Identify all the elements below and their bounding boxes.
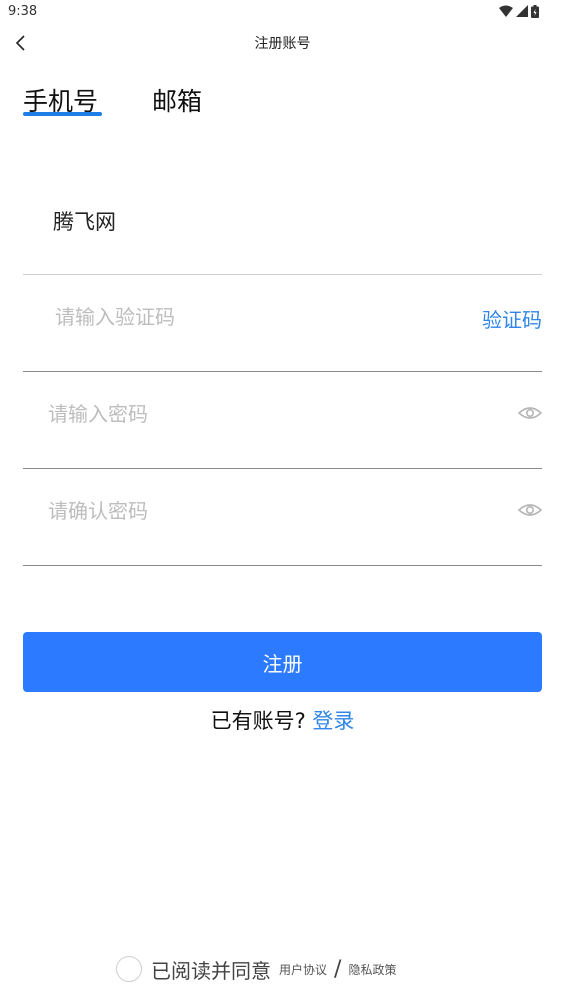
page-title: 注册账号 [254, 36, 311, 52]
password-field [23, 372, 542, 469]
password-input[interactable] [46, 396, 490, 432]
status-bar: 9:38 [0, 0, 565, 24]
login-link[interactable]: 登录 [312, 709, 354, 733]
agreement-text: 已阅读并同意 [151, 958, 271, 983]
app-bar: 注册账号 [0, 24, 565, 62]
battery-icon [531, 4, 539, 18]
get-code-button[interactable]: 验证码 [482, 304, 542, 333]
privacy-policy-link[interactable]: 隐私政策 [348, 961, 396, 978]
account-field[interactable]: 腾飞网 [23, 178, 542, 275]
agreement-row: 已阅读并同意 用户协议 / 隐私政策 [116, 954, 396, 984]
user-agreement-link[interactable]: 用户协议 [279, 961, 327, 978]
verification-code-field: 验证码 [23, 275, 542, 372]
separator: / [334, 956, 342, 982]
login-prompt-line: 已有账号? 登录 [0, 705, 565, 735]
verification-code-input[interactable] [53, 299, 437, 335]
wifi-icon [499, 5, 513, 17]
agreement-checkbox[interactable] [116, 956, 142, 982]
confirm-password-input[interactable] [46, 493, 490, 529]
status-time: 9:38 [8, 4, 38, 19]
eye-icon[interactable] [518, 404, 542, 422]
tab-email[interactable]: 邮箱 [152, 82, 202, 118]
confirm-password-field [23, 469, 542, 566]
signal-icon [516, 5, 528, 17]
login-prompt: 已有账号? [210, 709, 306, 733]
account-value: 腾飞网 [53, 210, 116, 234]
status-icons [499, 4, 539, 18]
eye-icon[interactable] [518, 501, 542, 519]
tab-active-indicator [23, 112, 102, 116]
register-button[interactable]: 注册 [23, 632, 542, 692]
